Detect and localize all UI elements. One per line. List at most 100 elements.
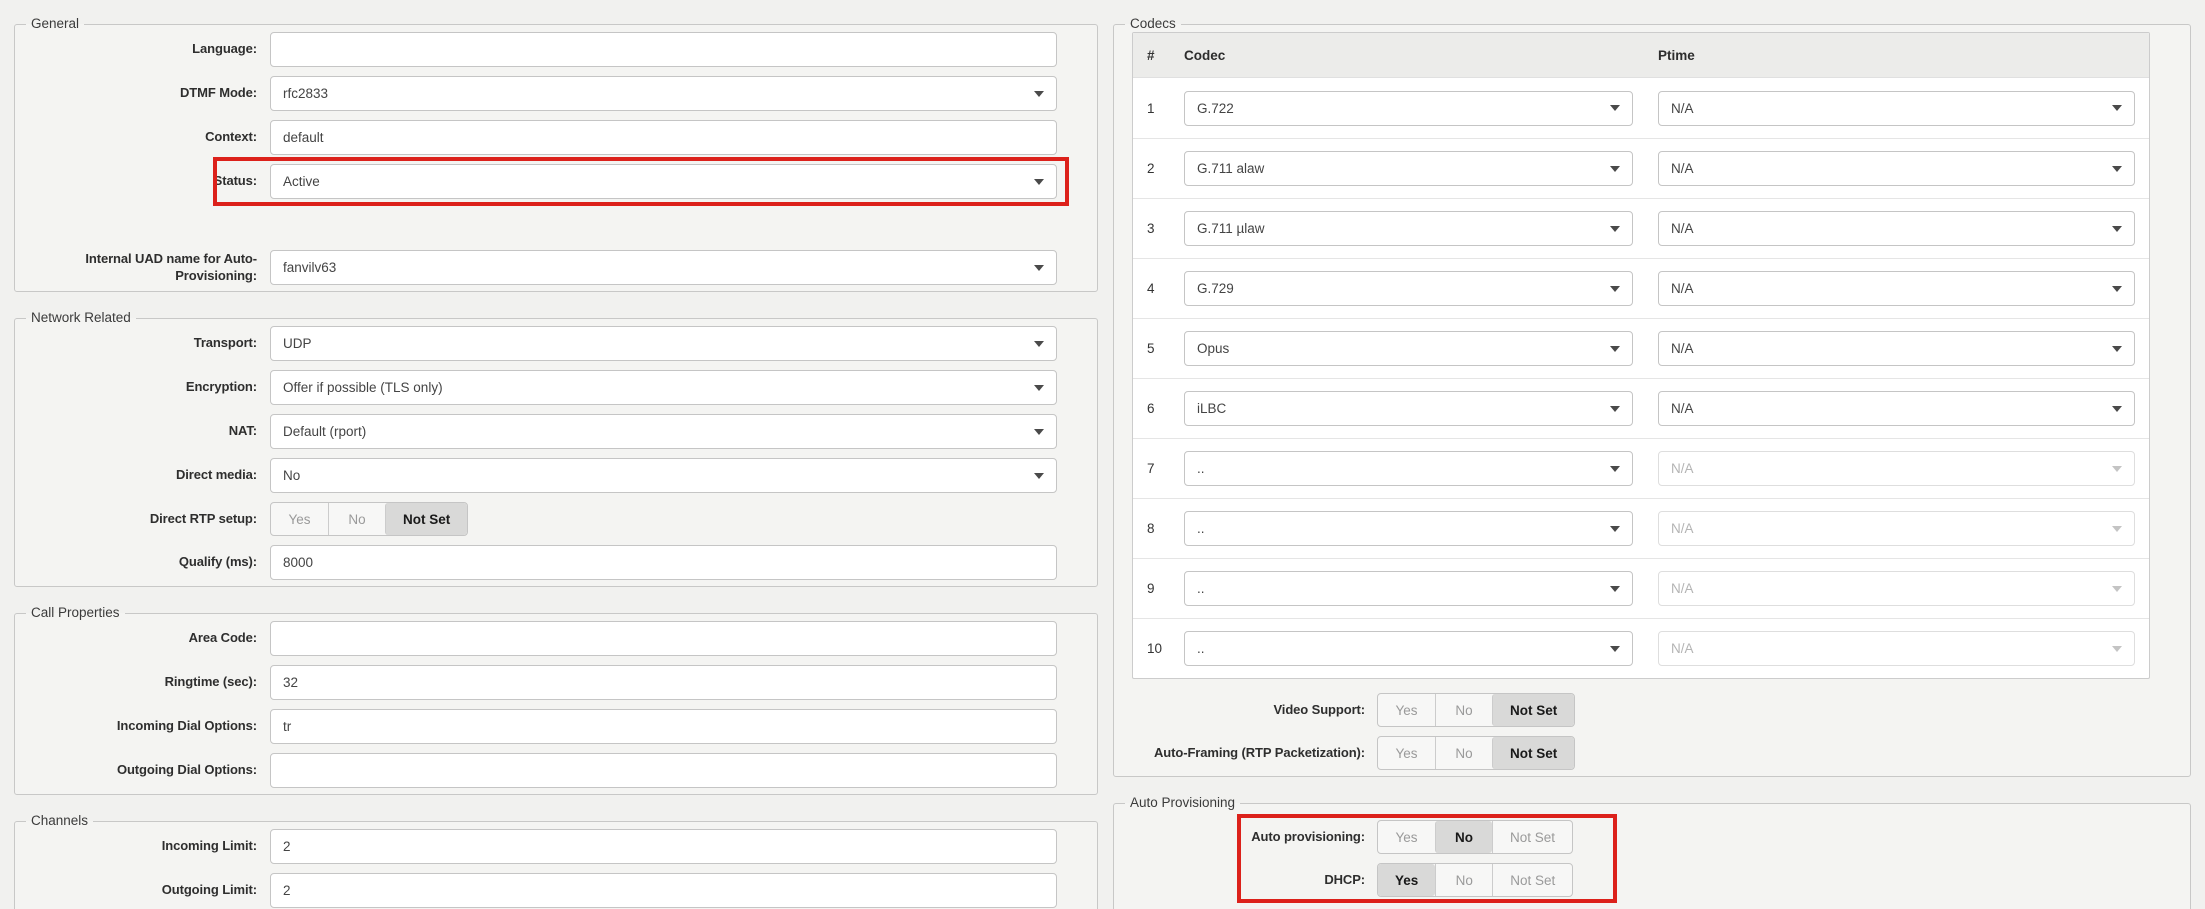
outgoing-dial-options-input[interactable] [270,753,1057,788]
codec-5-select[interactable]: Opus [1184,331,1633,366]
ptime-1-select[interactable]: N/A [1658,90,2135,126]
dtmf-mode-select[interactable]: rfc2833 [270,76,1057,111]
auto-provisioning-yes-button[interactable]: Yes [1378,821,1435,853]
dropdown-caret-icon [2112,405,2122,412]
encryption-select[interactable]: Offer if possible (TLS only) [270,370,1057,405]
codec-row-2: 2 G.711 alaw N/A [1133,138,2149,198]
status-select[interactable]: Active [270,164,1057,199]
call-properties-legend: Call Properties [31,605,120,620]
video-support-no-button[interactable]: No [1435,694,1492,726]
codec-6-value: iLBC [1197,401,1227,416]
direct-media-select[interactable]: No [270,458,1057,493]
right-column: Codecs # Codec Ptime 1 G.722 N/A 2 G.711… [1113,16,2191,909]
codec-2-select[interactable]: G.711 alaw [1184,151,1633,186]
status-row: Status: Active [33,157,1069,206]
codecs-header-num: # [1147,47,1155,63]
incoming-dial-options-input[interactable] [270,709,1057,744]
direct-rtp-setup-yes-button[interactable]: Yes [271,503,328,535]
video-support-yes-button[interactable]: Yes [1378,694,1435,726]
dropdown-caret-icon [2112,645,2122,652]
outgoing-limit-row: Outgoing Limit: [33,873,1057,908]
internal-uad-row: Internal UAD name for Auto- Provisioning:… [33,250,1057,285]
ptime-6-select[interactable]: N/A [1658,391,2135,426]
qualify-label: Qualify (ms): [178,554,257,570]
dhcp-yes-button[interactable]: Yes [1378,864,1436,896]
codec-row-1: 1 G.722 N/A [1133,78,2149,138]
codec-row-number: 1 [1147,100,1155,116]
language-input[interactable] [270,32,1057,67]
codec-9-select[interactable]: .. [1184,571,1633,606]
dropdown-caret-icon [1034,384,1044,391]
nat-select[interactable]: Default (rport) [270,414,1057,449]
codec-9-value: .. [1197,581,1205,596]
encryption-label: Encryption: [185,379,257,395]
auto-provisioning-row: Auto provisioning: Yes No Not Set [1132,820,2150,854]
dropdown-caret-icon [1610,165,1620,172]
dtmf-mode-value: rfc2833 [283,86,329,101]
codec-6-select[interactable]: iLBC [1184,391,1633,426]
ptime-3-select[interactable]: N/A [1658,211,2135,246]
auto-framing-notset-button[interactable]: Not Set [1492,737,1575,769]
ptime-7-value: N/A [1671,461,1694,476]
auto-provisioning-no-button[interactable]: No [1435,821,1492,853]
codec-row-number: 8 [1147,521,1155,536]
dropdown-caret-icon [1034,90,1044,97]
encryption-row: Encryption: Offer if possible (TLS only) [33,370,1057,405]
codec-row-7: 7 .. N/A [1133,438,2149,498]
codecs-legend: Codecs [1130,16,1176,31]
ptime-4-select[interactable]: N/A [1658,271,2135,306]
ringtime-input[interactable] [270,665,1057,700]
language-row: Language: [33,32,1057,67]
ptime-2-select[interactable]: N/A [1658,151,2135,186]
dropdown-caret-icon [2112,465,2122,472]
dhcp-no-button[interactable]: No [1435,864,1492,896]
encryption-value: Offer if possible (TLS only) [283,380,443,395]
dropdown-caret-icon [2112,585,2122,592]
auto-framing-yes-button[interactable]: Yes [1378,737,1435,769]
ptime-4-value: N/A [1671,281,1694,296]
internal-uad-select[interactable]: fanvilv63 [270,250,1057,285]
network-legend: Network Related [31,310,131,325]
dropdown-caret-icon [1034,264,1044,271]
codec-8-select[interactable]: .. [1184,511,1633,546]
auto-framing-no-button[interactable]: No [1435,737,1492,769]
ptime-1-value: N/A [1671,100,1694,116]
codec-7-select[interactable]: .. [1184,451,1633,486]
context-input[interactable] [270,120,1057,155]
ptime-7-select: N/A [1658,451,2135,486]
direct-media-label: Direct media: [175,467,257,483]
area-code-input[interactable] [270,621,1057,656]
dropdown-caret-icon [1610,285,1620,292]
dropdown-caret-icon [2112,525,2122,532]
direct-rtp-setup-no-button[interactable]: No [328,503,385,535]
outgoing-dial-options-label: Outgoing Dial Options: [116,762,257,778]
transport-select[interactable]: UDP [270,326,1057,361]
qualify-input[interactable] [270,545,1057,580]
dropdown-caret-icon [1610,105,1620,111]
codec-10-select[interactable]: .. [1184,631,1633,666]
codec-7-value: .. [1197,461,1205,476]
incoming-limit-input[interactable] [270,829,1057,864]
outgoing-limit-input[interactable] [270,873,1057,908]
auto-provisioning-toggle: Yes No Not Set [1377,820,1574,854]
channels-legend: Channels [31,813,89,828]
dropdown-caret-icon [1610,525,1620,532]
dropdown-caret-icon [2112,105,2122,111]
codec-4-select[interactable]: G.729 [1184,271,1633,306]
incoming-dial-options-label: Incoming Dial Options: [116,718,257,734]
ptime-8-value: N/A [1671,521,1694,536]
ptime-5-select[interactable]: N/A [1658,331,2135,366]
dropdown-caret-icon [2112,345,2122,352]
dhcp-row: DHCP: Yes No Not Set [1132,863,2150,897]
dropdown-caret-icon [1610,225,1620,232]
video-support-notset-button[interactable]: Not Set [1492,694,1575,726]
direct-rtp-setup-notset-button[interactable]: Not Set [385,503,468,535]
ringtime-row: Ringtime (sec): [33,665,1057,700]
dhcp-notset-button[interactable]: Not Set [1492,864,1572,896]
codec-1-select[interactable]: G.722 [1184,90,1633,126]
auto-provisioning-notset-button[interactable]: Not Set [1492,821,1572,853]
section-auto-provisioning: Auto Provisioning Auto provisioning: Yes… [1113,795,2191,909]
codec-row-number: 5 [1147,341,1155,356]
dhcp-toggle: Yes No Not Set [1377,863,1574,897]
codec-3-select[interactable]: G.711 µlaw [1184,211,1633,246]
